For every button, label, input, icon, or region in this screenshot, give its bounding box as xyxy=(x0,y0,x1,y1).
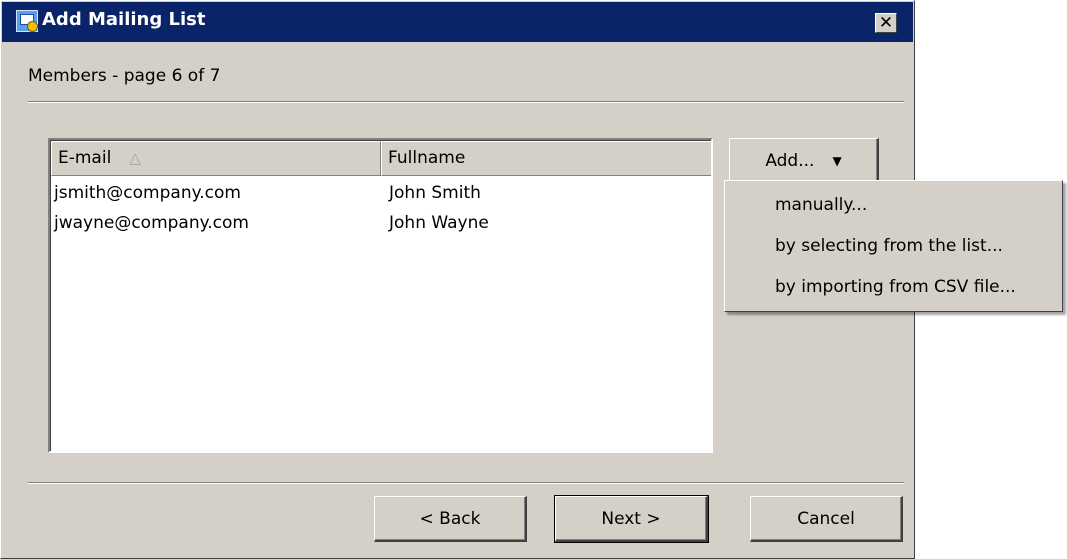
email-cell: jwayne@company.com xyxy=(54,213,249,233)
close-icon: ✕ xyxy=(878,13,894,33)
back-button-label: < Back xyxy=(419,509,481,529)
table-row[interactable]: jwayne@company.com John Wayne xyxy=(51,209,711,237)
chevron-down-icon: ▼ xyxy=(832,154,842,168)
top-divider xyxy=(28,101,904,103)
mailing-list-icon xyxy=(16,10,38,32)
email-cell: jsmith@company.com xyxy=(54,183,241,203)
menu-item-manually[interactable]: manually... xyxy=(725,185,1062,225)
menu-item-label: manually... xyxy=(775,195,868,215)
sort-ascending-icon: △ xyxy=(129,149,141,167)
column-header-fullname-label: Fullname xyxy=(388,148,466,168)
menu-item-label: by importing from CSV file... xyxy=(775,277,1016,297)
back-button[interactable]: < Back xyxy=(374,496,527,542)
fullname-cell: John Wayne xyxy=(389,213,489,233)
add-button-label: Add... xyxy=(765,151,815,171)
table-row[interactable]: jsmith@company.com John Smith xyxy=(51,179,711,207)
bottom-divider xyxy=(28,482,904,484)
next-button[interactable]: Next > xyxy=(554,495,709,543)
menu-item-select-from-list[interactable]: by selecting from the list... xyxy=(725,226,1062,266)
title-bar[interactable]: Add Mailing List ✕ xyxy=(2,2,913,42)
column-header-email[interactable]: E-mail △ xyxy=(51,141,381,176)
fullname-cell: John Smith xyxy=(389,183,481,203)
members-list[interactable]: E-mail △ Fullname jsmith@company.com John… xyxy=(48,138,713,453)
next-button-label: Next > xyxy=(601,509,661,529)
menu-item-import-csv[interactable]: by importing from CSV file... xyxy=(725,267,1062,307)
members-list-frame: E-mail △ Fullname jsmith@company.com John… xyxy=(50,140,711,451)
window-title: Add Mailing List xyxy=(42,9,206,30)
page-heading: Members - page 6 of 7 xyxy=(28,66,221,86)
close-button[interactable]: ✕ xyxy=(875,13,897,33)
list-header: E-mail △ Fullname xyxy=(51,141,711,176)
cancel-button[interactable]: Cancel xyxy=(750,496,903,542)
column-header-fullname[interactable]: Fullname xyxy=(381,141,711,176)
add-dropdown-menu: manually... by selecting from the list..… xyxy=(724,180,1063,312)
add-button[interactable]: Add... ▼ xyxy=(729,138,879,184)
cancel-button-label: Cancel xyxy=(797,509,855,529)
column-header-email-label: E-mail xyxy=(58,148,112,168)
menu-item-label: by selecting from the list... xyxy=(775,236,1003,256)
